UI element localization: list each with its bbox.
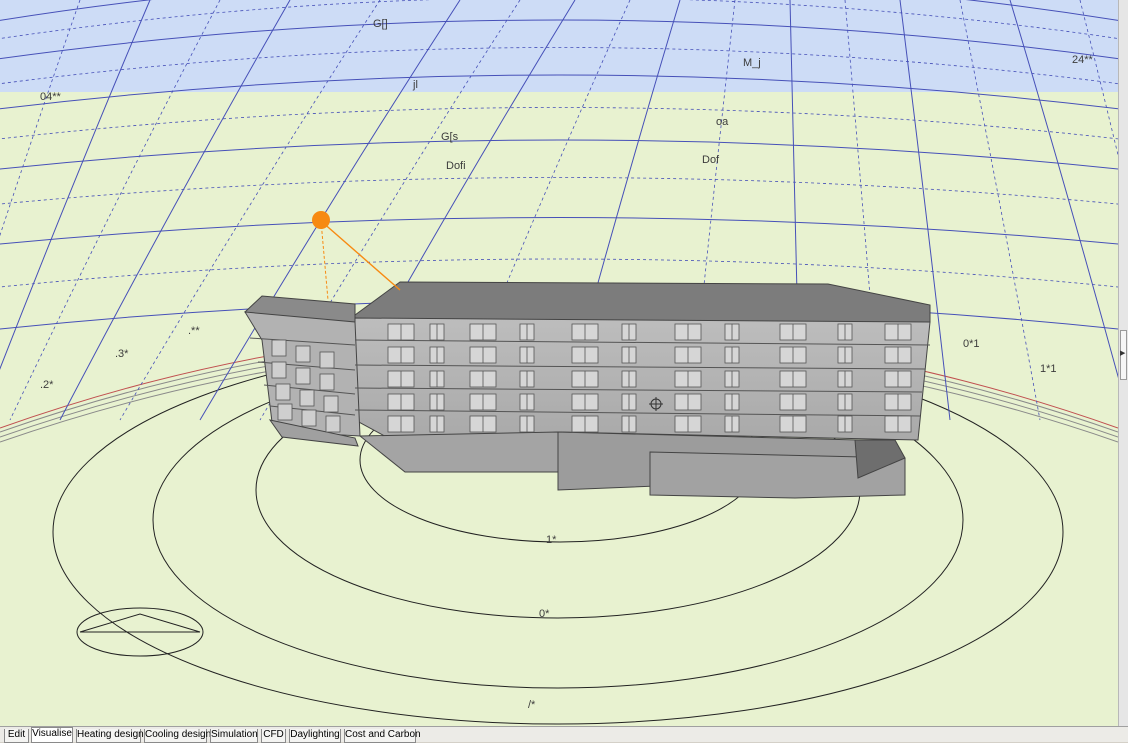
tab-daylighting[interactable]: Daylighting — [289, 729, 341, 743]
ring-label-inner: 1* — [546, 534, 557, 546]
altitude-label-left-2: .3* — [115, 348, 129, 360]
tab-heating-design[interactable]: Heating design — [76, 729, 144, 743]
sky-label-upper-right: M_j — [743, 57, 761, 69]
tab-cost-and-carbon[interactable]: Cost and Carbon — [344, 729, 421, 743]
building-model[interactable] — [244, 281, 931, 499]
sun-marker[interactable] — [312, 211, 401, 301]
ring-label-outer: /* — [528, 699, 536, 711]
tab-cooling-design[interactable]: Cooling design — [144, 729, 211, 743]
sky-label-mid-left-2: Dofi — [446, 160, 466, 172]
altitude-label-left-3: .2* — [40, 379, 54, 391]
altitude-label-right-1: 0*1 — [963, 338, 980, 350]
tab-edit[interactable]: Edit — [4, 729, 29, 743]
sky-label-right-edge: 24** — [1072, 54, 1094, 66]
3d-model-viewport[interactable]: G[] jl M_j G[s Dofi oa Dof 04** 24** .**… — [0, 0, 1118, 726]
tab-cfd[interactable]: CFD — [261, 729, 286, 743]
tab-simulation[interactable]: Simulation — [210, 729, 258, 743]
mode-tab-bar: Edit Visualise Heating design Cooling de… — [0, 726, 1128, 743]
altitude-label-left-1: .** — [188, 325, 200, 337]
sky-label-mid-right: oa — [716, 116, 729, 128]
sky-band — [0, 0, 1118, 92]
ring-label-middle: 0* — [539, 608, 550, 620]
altitude-label-right-2: 1*1 — [1040, 363, 1057, 375]
chevron-right-icon: ▶ — [1120, 350, 1126, 357]
vertical-scrollbar[interactable]: ▶ — [1118, 0, 1128, 726]
sky-label-top: G[] — [373, 18, 388, 30]
sun-icon — [312, 211, 330, 229]
sky-label-upper-left: jl — [412, 79, 418, 91]
sky-label-mid-right-2: Dof — [702, 154, 720, 166]
sky-label-mid-left: G[s — [441, 131, 459, 143]
sky-label-left-edge: 04** — [40, 91, 62, 103]
sun-path-scene[interactable]: G[] jl M_j G[s Dofi oa Dof 04** 24** .**… — [0, 0, 1118, 726]
tab-visualise[interactable]: Visualise — [31, 727, 73, 743]
